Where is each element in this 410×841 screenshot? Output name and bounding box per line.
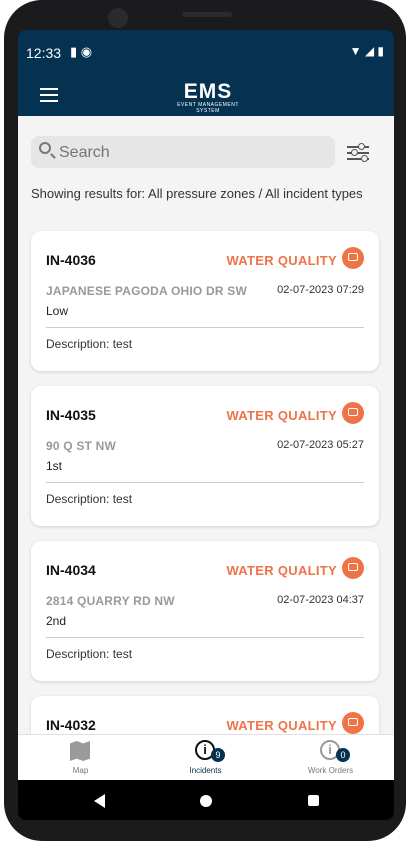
status-right-icons: ▼ ◢ ▮ [350, 44, 384, 58]
card-divider [46, 327, 364, 328]
app-logo: EMS EVENT MANAGEMENT SYSTEM [166, 80, 250, 114]
signal-icon: ◢ [364, 44, 375, 58]
work-orders-count-badge: 0 [336, 748, 350, 762]
search-input[interactable] [57, 140, 331, 166]
earpiece-speaker [182, 12, 232, 17]
sync-icon: ◉ [80, 44, 93, 59]
recents-icon[interactable] [308, 795, 319, 806]
front-camera [108, 8, 128, 28]
incident-zone: 2nd [46, 614, 67, 628]
map-icon [70, 741, 90, 761]
incident-description: Description: test [46, 337, 133, 351]
incidents-count-badge: 9 [211, 748, 225, 762]
nav-incidents[interactable]: 9 Incidents [143, 735, 268, 781]
incident-type: WATER QUALITY [226, 253, 337, 268]
incident-card[interactable]: IN-4032 WATER QUALITY [31, 696, 379, 734]
report-icon [342, 712, 364, 734]
logo-sub: EVENT MANAGEMENT SYSTEM [177, 102, 239, 114]
battery-icon: ▮ [377, 44, 384, 58]
app-bar: EMS EVENT MANAGEMENT SYSTEM [18, 74, 394, 116]
sd-card-icon: ▮ [70, 44, 78, 59]
logo-main: EMS [183, 80, 233, 103]
incident-address: 2814 QUARRY RD NW [46, 594, 175, 608]
incident-description: Description: test [46, 647, 133, 661]
incident-id: IN-4032 [46, 717, 96, 733]
incident-datetime: 02-07-2023 04:37 [277, 594, 364, 606]
search-icon [39, 142, 51, 154]
status-bar: 12:33 ▮ ◉ ▼ ◢ ▮ [18, 30, 394, 74]
incident-type: WATER QUALITY [226, 563, 337, 578]
report-icon [342, 247, 364, 269]
incident-type: WATER QUALITY [226, 408, 337, 423]
results-filter-text: Showing results for: All pressure zones … [31, 186, 363, 201]
incident-datetime: 02-07-2023 07:29 [277, 284, 364, 296]
system-navigation-bar [18, 780, 394, 820]
incident-id: IN-4036 [46, 252, 96, 268]
status-time: 12:33 [26, 45, 62, 61]
search-bar [31, 136, 335, 168]
nav-map-label: Map [72, 766, 89, 775]
nav-work-orders[interactable]: 0 Work Orders [268, 735, 393, 781]
incident-type: WATER QUALITY [226, 718, 337, 733]
incident-address: JAPANESE PAGODA OHIO DR SW [46, 284, 247, 298]
menu-icon[interactable] [40, 88, 58, 102]
card-divider [46, 482, 364, 483]
incident-card[interactable]: IN-4034 WATER QUALITY 2814 QUARRY RD NW … [31, 541, 379, 681]
card-divider [46, 637, 364, 638]
report-icon [342, 402, 364, 424]
incident-card[interactable]: IN-4036 WATER QUALITY JAPANESE PAGODA OH… [31, 231, 379, 371]
home-icon[interactable] [200, 795, 212, 807]
phone-frame: 12:33 ▮ ◉ ▼ ◢ ▮ EMS EVENT MANAGEMENT SYS… [4, 0, 406, 841]
phone-screen: 12:33 ▮ ◉ ▼ ◢ ▮ EMS EVENT MANAGEMENT SYS… [18, 30, 394, 820]
incident-list-screen: Showing results for: All pressure zones … [18, 116, 394, 734]
nav-incidents-label: Incidents [189, 766, 222, 775]
incident-id: IN-4035 [46, 407, 96, 423]
incident-address: 90 Q ST NW [46, 439, 117, 453]
wifi-icon: ▼ [349, 44, 362, 58]
incident-zone: 1st [46, 459, 63, 473]
back-icon[interactable] [94, 794, 105, 808]
incident-description: Description: test [46, 492, 133, 506]
nav-work-orders-label: Work Orders [307, 766, 354, 775]
bottom-navigation: Map 9 Incidents 0 Work Orders [18, 734, 394, 781]
incident-id: IN-4034 [46, 562, 96, 578]
nav-map[interactable]: Map [18, 735, 143, 781]
filter-icon[interactable] [347, 143, 369, 162]
status-left-icons: ▮ ◉ [70, 44, 92, 60]
report-icon [342, 557, 364, 579]
incident-zone: Low [46, 304, 69, 318]
incident-datetime: 02-07-2023 05:27 [277, 439, 364, 451]
incident-card[interactable]: IN-4035 WATER QUALITY 90 Q ST NW 02-07-2… [31, 386, 379, 526]
